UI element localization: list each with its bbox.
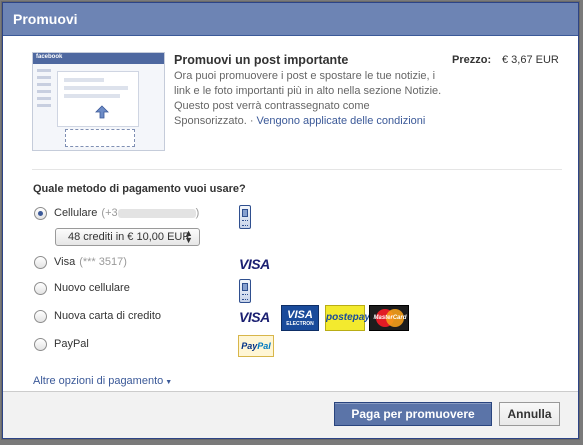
- select-arrows-icon: ▲ ▼: [184, 228, 193, 245]
- dialog-footer: Paga per promuovere Annulla: [3, 391, 578, 438]
- promo-section: facebook Promuovi un post importante Ora…: [32, 52, 562, 162]
- price-label: Prezzo:: [452, 54, 492, 66]
- redacted-number: [117, 208, 196, 218]
- visa-electron-icon: VISA ELECTRON: [281, 305, 319, 331]
- postepay-icon: postepay: [325, 305, 370, 331]
- payment-option-cellulare[interactable]: Cellulare (+3): [34, 205, 199, 221]
- conditions-link[interactable]: Vengono applicate delle condizioni: [257, 115, 426, 127]
- price-value: € 3,67 EUR: [502, 54, 559, 66]
- visa-logo-icon: VISA: [239, 309, 270, 325]
- arrow-up-icon: [95, 105, 109, 119]
- radio-nuova-carta[interactable]: [34, 309, 47, 323]
- option-label-cellulare: Cellulare: [54, 207, 98, 219]
- pay-to-promote-button[interactable]: Paga per promuovere: [334, 402, 492, 426]
- credits-select-value: 48 crediti in € 10,00 EUR: [68, 231, 191, 243]
- credits-select[interactable]: 48 crediti in € 10,00 EUR ▲ ▼: [55, 228, 200, 246]
- promo-title: Promuovi un post importante: [174, 53, 349, 67]
- paypal-logo-icon: PayPal: [238, 335, 274, 357]
- option-label-nuova-carta: Nuova carta di credito: [54, 310, 161, 322]
- mobile-phone-icon: [239, 279, 251, 303]
- payment-option-visa[interactable]: Visa (*** 3517): [34, 254, 127, 270]
- option-label-visa: Visa: [54, 256, 76, 268]
- payment-option-nuovo-cellulare[interactable]: Nuovo cellulare: [34, 280, 130, 296]
- promo-description: Ora puoi promuovere i post e spostare le…: [174, 69, 444, 129]
- mobile-phone-icon: [239, 205, 251, 229]
- option-label-paypal: PayPal: [54, 338, 89, 350]
- visa-logo-icon: VISA: [239, 256, 270, 272]
- mastercard-icon: MasterCard: [369, 305, 409, 331]
- option-label-nuovo-cellulare: Nuovo cellulare: [54, 282, 130, 294]
- payment-option-nuova-carta[interactable]: Nuova carta di credito: [34, 308, 161, 324]
- option-sub-visa: (*** 3517): [79, 256, 127, 268]
- caret-down-icon: ▼: [163, 379, 173, 386]
- radio-cellulare[interactable]: [34, 206, 47, 220]
- dialog-title: Promuovi: [3, 3, 578, 36]
- thumb-target-slot: [65, 129, 135, 147]
- radio-nuovo-cellulare[interactable]: [34, 281, 47, 295]
- radio-visa[interactable]: [34, 255, 47, 269]
- promote-dialog: Promuovi facebook Promuovi un post impor…: [2, 2, 579, 439]
- promo-preview-image: facebook: [32, 52, 165, 151]
- payment-question: Quale metodo di pagamento vuoi usare?: [33, 183, 246, 195]
- thumb-sidebar: [37, 69, 51, 129]
- thumb-brand-text: facebook: [36, 54, 63, 60]
- payment-option-paypal[interactable]: PayPal: [34, 336, 89, 352]
- more-payment-options-link[interactable]: Altre opzioni di pagamento ▼: [33, 375, 172, 387]
- section-divider: [32, 169, 562, 170]
- radio-paypal[interactable]: [34, 337, 47, 351]
- cancel-button[interactable]: Annulla: [499, 402, 560, 426]
- option-sub-cellulare: (+3): [101, 207, 200, 219]
